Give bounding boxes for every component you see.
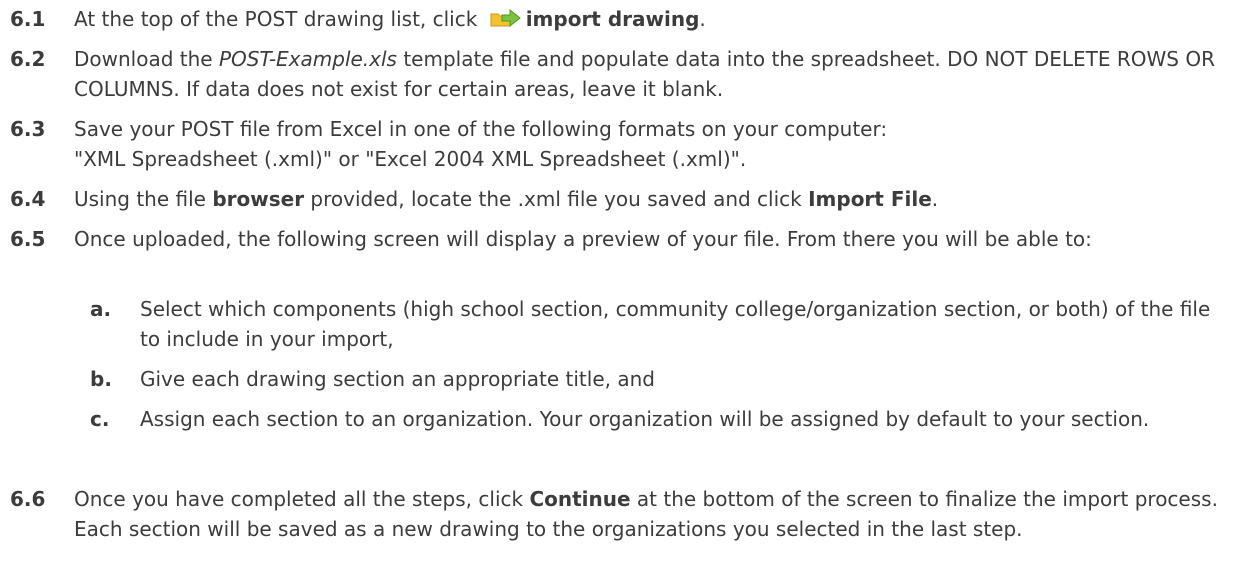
substep-letter: a. (90, 297, 112, 321)
continue-label: Continue (529, 487, 631, 511)
step-6-5: 6.5 Once uploaded, the following screen … (0, 224, 1256, 288)
step-number: 6.4 (10, 187, 46, 211)
step-number: 6.2 (10, 47, 46, 71)
step-text-line-1: Save your POST file from Excel in one of… (74, 117, 888, 141)
step-6-1: 6.1 At the top of the POST drawing list,… (0, 4, 1256, 38)
import-drawing-icon (488, 6, 522, 30)
step-6-6: 6.6 Once you have completed all the step… (0, 484, 1256, 580)
substep-text: Give each drawing section an appropriate… (140, 367, 655, 391)
step-6-3: 6.3 Save your POST file from Excel in on… (0, 114, 1256, 178)
step-text: Once uploaded, the following screen will… (74, 227, 1092, 251)
substep-c: c. Assign each section to an organizatio… (74, 404, 1236, 468)
step-text-mid: provided, locate the .xml file you saved… (304, 187, 809, 211)
substep-letter: c. (90, 407, 110, 431)
step-number: 6.1 (10, 7, 46, 31)
step-text: Using the file browser provided, locate … (74, 184, 1236, 214)
step-text-line-2: "XML Spreadsheet (.xml)" or "Excel 2004 … (74, 147, 747, 171)
substep-a: a. Select which components (high school … (74, 294, 1236, 358)
substep-b: b. Give each drawing section an appropri… (74, 364, 1236, 398)
step-number: 6.3 (10, 117, 46, 141)
step-number: 6.5 (10, 227, 46, 251)
step-text: Save your POST file from Excel in one of… (74, 114, 1236, 174)
import-drawing-label: import drawing (525, 7, 700, 31)
step-text-post: . (699, 7, 706, 31)
substep-text: Assign each section to an organization. … (140, 407, 1150, 431)
step-text-pre: At the top of the POST drawing list, cli… (74, 7, 478, 31)
step-6-4: 6.4 Using the file browser provided, loc… (0, 184, 1256, 218)
instructions-document: 6.1 At the top of the POST drawing list,… (0, 0, 1256, 584)
substep-text: Select which components (high school sec… (140, 297, 1211, 351)
step-text: Download the POST-Example.xls template f… (74, 44, 1236, 104)
step-text: At the top of the POST drawing list, cli… (74, 4, 1236, 34)
template-filename: POST-Example.xls (218, 47, 397, 71)
step-number: 6.6 (10, 487, 46, 511)
step-text-pre: Once you have completed all the steps, c… (74, 487, 530, 511)
step-text-pre: Using the file (74, 187, 213, 211)
step-text-pre: Download the (74, 47, 219, 71)
step-text-post: . (931, 187, 939, 211)
browser-label: browser (212, 187, 305, 211)
substep-letter: b. (90, 367, 112, 391)
step-6-2: 6.2 Download the POST-Example.xls templa… (0, 44, 1256, 108)
import-file-label: Import File (808, 187, 932, 211)
step-text: Once you have completed all the steps, c… (74, 484, 1236, 544)
